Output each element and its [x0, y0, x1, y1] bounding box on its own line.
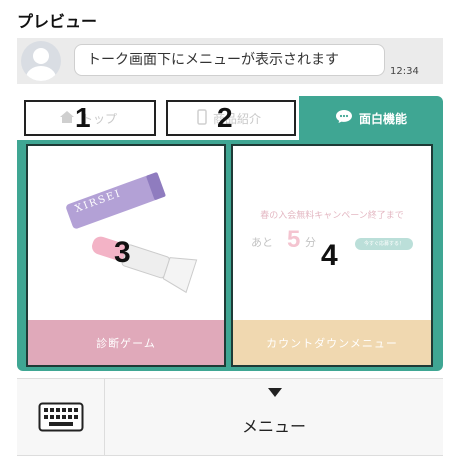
card-number-3: 3	[114, 236, 131, 269]
promo-prefix: あと	[251, 236, 273, 249]
preview-title: プレビュー	[17, 12, 98, 31]
promo-value: 5	[287, 226, 301, 253]
menu-bar: メニュー	[17, 378, 443, 456]
chat-bubble-icon	[335, 109, 353, 127]
smartphone-icon	[197, 108, 207, 128]
tab-number-2: 2	[217, 102, 233, 133]
chevron-down-icon	[268, 388, 282, 397]
chat-timestamp: 12:34	[390, 66, 419, 77]
keyboard-icon	[38, 402, 83, 432]
lipstick-product-image	[66, 172, 198, 294]
menu-toggle-label: メニュー	[241, 417, 306, 436]
chat-message: トーク画面下にメニューが表示されます	[74, 44, 385, 76]
tab-number-1: 1	[75, 102, 91, 133]
chat-preview: トーク画面下にメニューが表示されます 12:34	[17, 38, 443, 84]
promo-title: 春の入会無料キャンペーン終了まで	[260, 211, 404, 221]
card-label-countdown: カウントダウンメニュー	[233, 320, 431, 365]
avatar	[21, 41, 61, 81]
card-label-diagnosis: 診断ゲーム	[28, 320, 224, 365]
rich-menu-panel: XIRSEI 3 診断ゲーム 春の入会無料キャンペーン終了まで あと 5 分 今…	[17, 140, 443, 371]
home-icon	[59, 110, 75, 127]
promo-unit: 分	[305, 236, 316, 249]
card-number-4: 4	[321, 239, 338, 272]
promo-button: 今すぐ応募する！	[355, 238, 413, 250]
tab-products[interactable]: 商品紹介 2	[159, 96, 299, 140]
menu-toggle-button[interactable]: メニュー	[105, 379, 443, 455]
tab-fun-features[interactable]: 面白機能	[299, 96, 443, 140]
tab-fun-features-label: 面白機能	[358, 111, 407, 126]
menu-card-countdown[interactable]: 春の入会無料キャンペーン終了まで あと 5 分 今すぐ応募する！ 4 カウントダ…	[231, 144, 433, 367]
rich-menu-tabs: トップ 1 商品紹介 2 面白機能	[17, 96, 443, 140]
keyboard-button[interactable]	[17, 379, 105, 455]
menu-card-diagnosis[interactable]: XIRSEI 3 診断ゲーム	[26, 144, 226, 367]
tab-top[interactable]: トップ 1	[17, 96, 159, 140]
